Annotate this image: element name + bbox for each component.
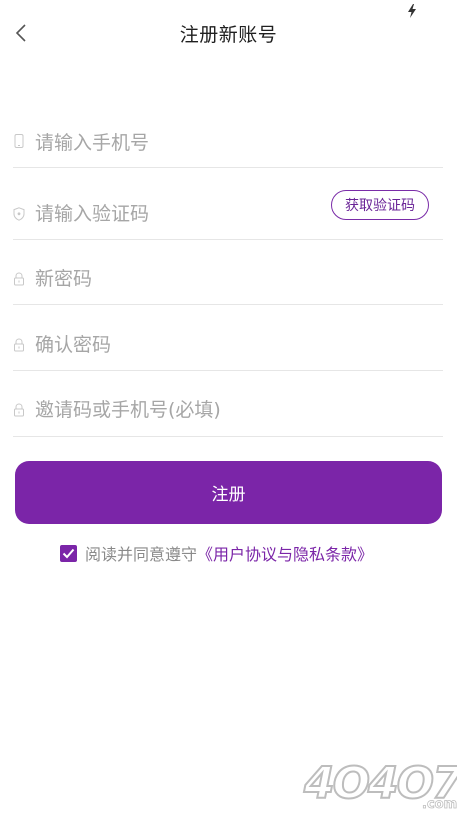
shield-icon: [13, 207, 25, 221]
user-agreement-link[interactable]: 《用户协议与隐私条款》: [197, 541, 373, 565]
header: 注册新账号: [0, 14, 457, 52]
lock-icon: [14, 403, 24, 417]
agreement-row: 阅读并同意遵守 《用户协议与隐私条款》: [60, 541, 373, 565]
confirm-password-input[interactable]: [35, 333, 325, 357]
new-password-input[interactable]: [35, 267, 325, 291]
invite-code-input[interactable]: [35, 398, 365, 422]
verification-code-input[interactable]: [35, 202, 325, 226]
agreement-checkbox[interactable]: [60, 544, 77, 562]
svg-text:.com: .com: [422, 797, 457, 812]
lock-icon: [14, 338, 24, 352]
new-password-field: [13, 258, 443, 305]
invite-code-field: [13, 388, 443, 437]
agreement-text: 阅读并同意遵守: [85, 545, 198, 564]
watermark-logo: 4O4O7 .com: [302, 757, 457, 812]
lock-icon: [14, 272, 24, 286]
verification-code-field: 获取验证码: [13, 186, 443, 240]
page-title: 注册新账号: [179, 24, 278, 46]
register-button[interactable]: 注册: [15, 461, 442, 524]
checkmark-icon: [62, 548, 75, 558]
get-code-button[interactable]: 获取验证码: [331, 190, 429, 220]
phone-icon: [14, 134, 24, 148]
confirm-password-field: [13, 322, 443, 371]
phone-field: [13, 122, 443, 168]
phone-input[interactable]: [35, 131, 325, 155]
